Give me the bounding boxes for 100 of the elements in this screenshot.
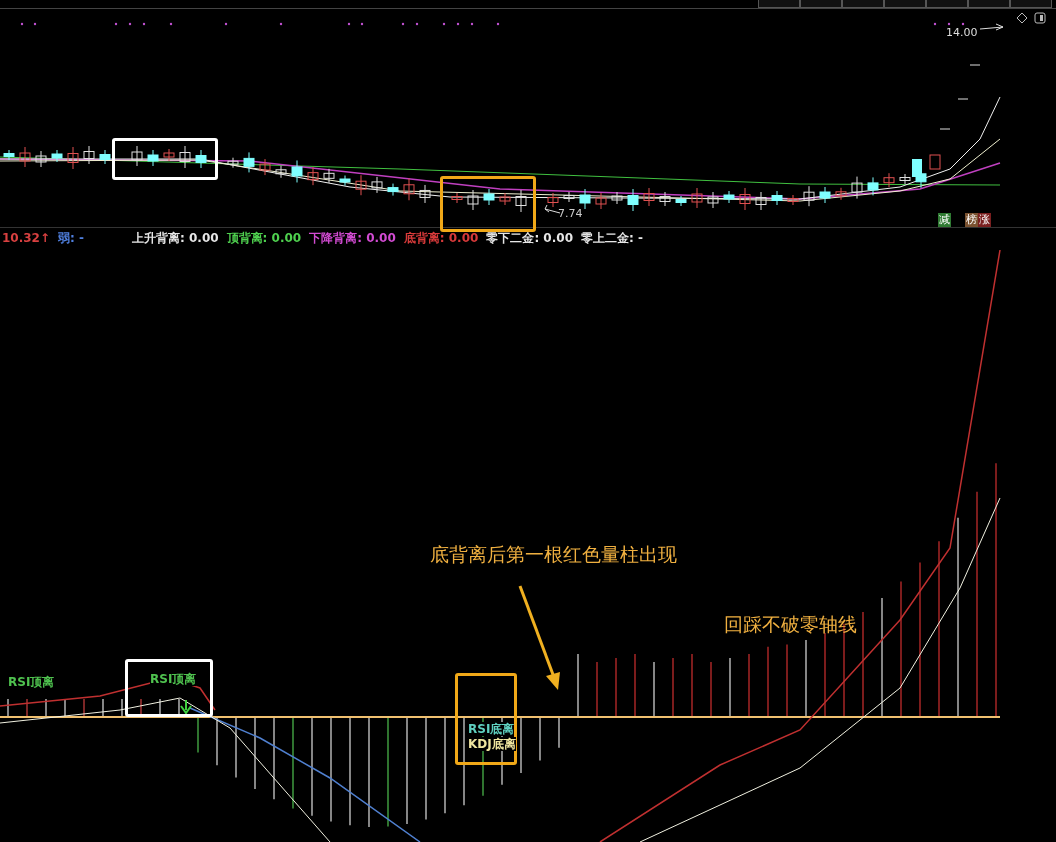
toolbar-button[interactable] xyxy=(926,0,968,8)
tag: 涨 xyxy=(978,213,991,227)
candlestick xyxy=(355,174,367,196)
signal-dot xyxy=(128,22,132,26)
signal-dot xyxy=(279,22,283,26)
signal-dot xyxy=(20,22,24,26)
panel-toggle-icon[interactable] xyxy=(1034,12,1046,24)
candlestick xyxy=(835,187,847,201)
signal-dot xyxy=(33,22,37,26)
signal-label: RSI底离 xyxy=(468,722,515,736)
candlestick xyxy=(51,149,63,163)
candlestick xyxy=(99,149,111,165)
candlestick xyxy=(179,145,191,169)
legend-item: 上升背离: 0.00 xyxy=(132,229,219,247)
signal-dot xyxy=(456,22,460,26)
strength-label: 弱: - xyxy=(58,229,85,247)
legend-item: 零上二金: - xyxy=(581,229,643,247)
candlestick xyxy=(483,188,495,206)
signal-dot xyxy=(114,22,118,26)
price-label: 14.00 xyxy=(946,26,978,39)
candlestick xyxy=(387,183,399,197)
annotation-text: 底背离后第一根红色量柱出现 xyxy=(430,542,677,567)
candlestick xyxy=(563,191,575,203)
legend-item: 底背离: 0.00 xyxy=(403,229,479,247)
candlestick xyxy=(787,194,799,206)
signal-dot xyxy=(142,22,146,26)
down-arrow-icon xyxy=(180,699,192,715)
toolbar-button[interactable] xyxy=(758,0,800,8)
candlestick xyxy=(803,185,815,207)
signal-dot xyxy=(401,22,405,26)
candlestick xyxy=(451,192,463,204)
toolbar-button[interactable] xyxy=(884,0,926,8)
candlestick xyxy=(547,192,559,208)
candlestick xyxy=(939,128,951,130)
candlestick xyxy=(67,146,79,170)
leader-arrow xyxy=(979,23,1004,31)
candlestick xyxy=(403,177,415,201)
candlestick xyxy=(969,64,981,66)
candlestick xyxy=(259,158,271,176)
indicator-value: 10.32↑ xyxy=(2,231,50,245)
candlestick xyxy=(499,192,511,206)
candlestick xyxy=(595,192,607,210)
tag: 榜 xyxy=(965,213,978,227)
toolbar-button[interactable] xyxy=(800,0,842,8)
candlestick xyxy=(627,188,639,212)
signal-dot xyxy=(224,22,228,26)
candlestick xyxy=(867,176,879,196)
price-label: 7.74 xyxy=(558,207,583,220)
signal-dot xyxy=(360,22,364,26)
signal-dot xyxy=(169,22,173,26)
leader-arrow xyxy=(544,204,561,214)
candlestick xyxy=(163,148,175,162)
candlestick xyxy=(707,191,719,209)
candlestick xyxy=(675,195,687,207)
signal-dot xyxy=(470,22,474,26)
signal-dot xyxy=(933,22,937,26)
candlestick xyxy=(275,165,287,179)
legend-item: 零下二金: 0.00 xyxy=(486,229,573,247)
candlestick xyxy=(339,175,351,186)
candlestick xyxy=(19,146,31,168)
candlestick xyxy=(227,157,239,169)
annotation-text: 回踩不破零轴线 xyxy=(724,612,857,637)
candlestick xyxy=(611,191,623,205)
candlestick xyxy=(659,191,671,207)
signal-label: RSI顶离 xyxy=(150,672,197,686)
signal-label: KDJ底离 xyxy=(468,737,516,751)
candlestick xyxy=(419,184,431,204)
candlestick xyxy=(243,151,255,173)
candlestick xyxy=(755,191,767,211)
legend-item: 顶背离: 0.00 xyxy=(226,229,302,247)
signal-dot xyxy=(415,22,419,26)
tag: 减 xyxy=(938,213,951,227)
candlestick xyxy=(83,145,95,165)
signal-dot xyxy=(442,22,446,26)
candlestick xyxy=(771,190,783,206)
candlestick xyxy=(323,168,335,184)
candlestick xyxy=(515,189,527,213)
candlestick xyxy=(739,187,751,211)
legend-item: 下降背离: 0.00 xyxy=(309,229,396,247)
toolbar-button[interactable] xyxy=(842,0,884,8)
candlestick xyxy=(643,187,655,207)
signal-label: RSI顶离 xyxy=(8,675,55,689)
toolbar-button[interactable] xyxy=(968,0,1010,8)
candlestick xyxy=(691,187,703,209)
candlestick xyxy=(307,166,319,186)
candlestick xyxy=(723,190,735,204)
candlestick xyxy=(371,176,383,194)
candlestick xyxy=(291,159,303,183)
candlestick xyxy=(819,186,831,204)
candlestick xyxy=(579,188,591,210)
signal-dot xyxy=(961,22,965,26)
candlestick xyxy=(131,145,143,167)
candlestick xyxy=(195,149,207,169)
candlestick xyxy=(957,98,969,100)
signal-dot xyxy=(947,22,951,26)
diamond-icon[interactable] xyxy=(1016,12,1028,24)
candlestick xyxy=(883,172,895,188)
signal-dot xyxy=(496,22,500,26)
candlestick xyxy=(467,189,479,211)
signal-dot xyxy=(347,22,351,26)
